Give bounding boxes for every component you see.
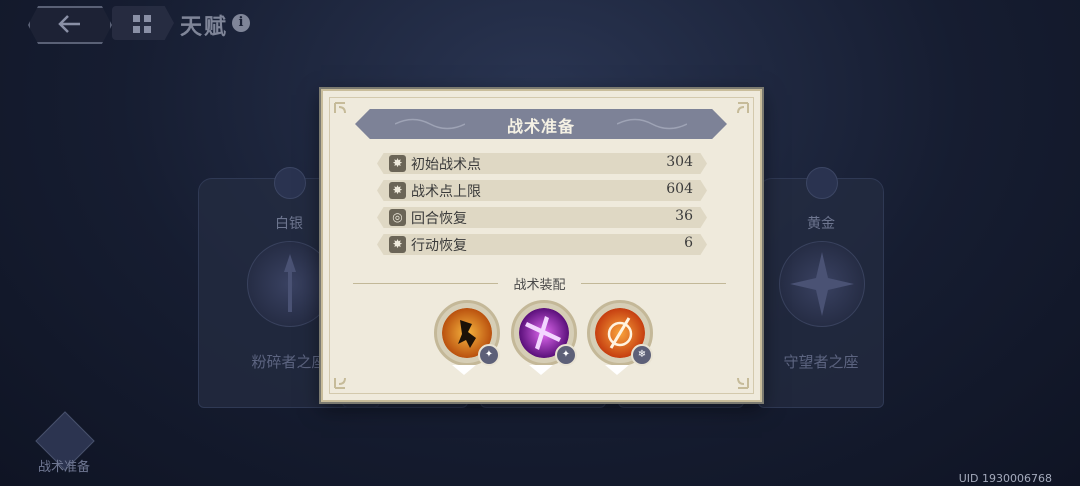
- round-recover-icon: ◎: [389, 209, 406, 226]
- stat-value: 604: [666, 181, 693, 197]
- stat-row: ◎ 回合恢复 36: [377, 207, 707, 228]
- corner-ornament-icon: [334, 102, 346, 114]
- card-rank: 黄金: [807, 216, 835, 232]
- tactic-point-icon: ✸: [389, 155, 406, 172]
- stat-value: 6: [684, 235, 693, 251]
- rank-emblem-icon: [806, 167, 838, 199]
- dialog-header: 战术准备: [355, 109, 727, 139]
- menu-button[interactable]: [112, 6, 174, 40]
- dialog-title: 战术准备: [506, 117, 575, 136]
- stat-value: 304: [666, 154, 693, 170]
- top-bar: 天赋 i: [0, 0, 1080, 48]
- tactic-prep-dialog: 战术准备 ✸ 初始战术点 304 ✸ 战术点上限 604 ◎ 回合恢复 36 ✸…: [321, 89, 762, 402]
- stat-label: 初始战术点: [411, 157, 481, 173]
- uid-text: UID 1930006768: [958, 472, 1052, 485]
- corner-ornament-icon: [334, 377, 346, 389]
- talent-card-gold[interactable]: 黄金 守望者之座: [758, 167, 884, 408]
- stat-label: 战术点上限: [411, 184, 481, 200]
- back-arrow-icon: [58, 15, 80, 33]
- card-name: 守望者之座: [783, 353, 859, 371]
- compass-emblem-icon: [779, 241, 865, 327]
- stat-row: ✸ 行动恢复 6: [377, 234, 707, 255]
- tactic-prep-label: 战术准备: [38, 460, 91, 475]
- stat-label: 回合恢复: [411, 211, 467, 227]
- chevron-down-icon[interactable]: [527, 363, 555, 377]
- action-recover-icon: ✸: [389, 236, 406, 253]
- info-icon[interactable]: i: [232, 14, 250, 32]
- stat-row: ✸ 战术点上限 604: [377, 180, 707, 201]
- chevron-down-icon[interactable]: [450, 363, 478, 377]
- divider-line: [581, 283, 726, 284]
- corner-ornament-icon: [737, 377, 749, 389]
- rank-emblem-icon: [274, 167, 306, 199]
- skill-slot-3[interactable]: ❄: [587, 300, 653, 366]
- corner-ornament-icon: [737, 102, 749, 114]
- skill-slot-2[interactable]: ✦: [511, 300, 577, 366]
- skill-badge-icon: ✦: [478, 344, 500, 366]
- skill-badge-icon: ✦: [555, 344, 577, 366]
- page-title: 天赋: [180, 14, 229, 40]
- skill-slot-1[interactable]: ✦: [434, 300, 500, 366]
- tactic-cap-icon: ✸: [389, 182, 406, 199]
- stat-label: 行动恢复: [411, 238, 467, 254]
- skill-badge-icon: ❄: [631, 344, 653, 366]
- stat-value: 36: [675, 208, 693, 224]
- chevron-down-icon[interactable]: [603, 363, 631, 377]
- stat-row: ✸ 初始战术点 304: [377, 153, 707, 174]
- grid-menu-icon: [133, 15, 151, 33]
- back-button[interactable]: [28, 6, 112, 44]
